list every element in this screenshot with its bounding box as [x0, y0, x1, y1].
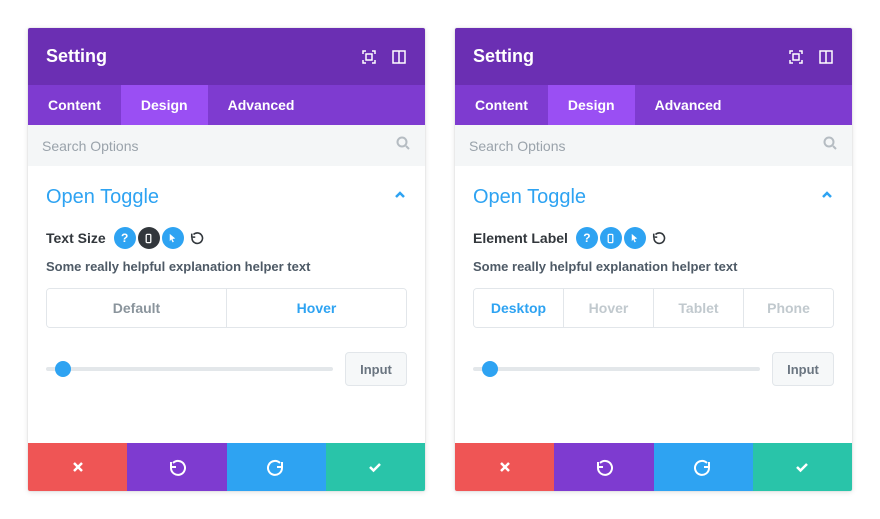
segment-desktop[interactable]: Desktop — [474, 289, 563, 327]
cursor-icon[interactable] — [162, 227, 184, 249]
search-input[interactable] — [469, 138, 822, 154]
panel-title: Setting — [46, 46, 361, 67]
tab-design[interactable]: Design — [121, 85, 208, 125]
settings-panel: Setting Content Design Advanced Open Tog… — [455, 28, 852, 491]
segment-hover[interactable]: Hover — [563, 289, 653, 327]
chevron-up-icon[interactable] — [820, 188, 834, 207]
header-actions — [361, 49, 407, 65]
footer-actions — [28, 443, 425, 491]
helper-text: Some really helpful explanation helper t… — [473, 259, 834, 274]
segment-default[interactable]: Default — [47, 289, 226, 327]
help-icon[interactable]: ? — [576, 227, 598, 249]
slider-value-input[interactable]: Input — [772, 352, 834, 386]
redo-button[interactable] — [654, 443, 753, 491]
device-icon[interactable] — [600, 227, 622, 249]
tab-advanced[interactable]: Advanced — [635, 85, 742, 125]
field-label: Element Label — [473, 230, 568, 246]
slider[interactable] — [46, 367, 333, 371]
reset-icon[interactable] — [652, 231, 666, 245]
field-label-row: Text Size ? — [46, 227, 407, 249]
slider[interactable] — [473, 367, 760, 371]
chevron-up-icon[interactable] — [393, 188, 407, 207]
expand-icon[interactable] — [361, 49, 377, 65]
header-actions — [788, 49, 834, 65]
columns-icon[interactable] — [818, 49, 834, 65]
helper-text: Some really helpful explanation helper t… — [46, 259, 407, 274]
segment-hover[interactable]: Hover — [226, 289, 406, 327]
undo-button[interactable] — [554, 443, 653, 491]
help-icon[interactable]: ? — [114, 227, 136, 249]
cursor-icon[interactable] — [624, 227, 646, 249]
section-title: Open Toggle — [46, 186, 159, 209]
columns-icon[interactable] — [391, 49, 407, 65]
settings-panel: Setting Content Design Advanced Open Tog… — [28, 28, 425, 491]
field-label-row: Element Label ? — [473, 227, 834, 249]
slider-thumb[interactable] — [482, 361, 498, 377]
footer-actions — [455, 443, 852, 491]
search-bar — [28, 125, 425, 166]
save-button[interactable] — [326, 443, 425, 491]
slider-thumb[interactable] — [55, 361, 71, 377]
segment-phone[interactable]: Phone — [743, 289, 833, 327]
reset-icon[interactable] — [190, 231, 204, 245]
panel-title: Setting — [473, 46, 788, 67]
cancel-button[interactable] — [455, 443, 554, 491]
tab-content[interactable]: Content — [455, 85, 548, 125]
tabs: Content Design Advanced — [28, 85, 425, 125]
tab-design[interactable]: Design — [548, 85, 635, 125]
search-icon[interactable] — [395, 135, 411, 156]
segment-tablet[interactable]: Tablet — [653, 289, 743, 327]
slider-track — [46, 367, 333, 371]
search-input[interactable] — [42, 138, 395, 154]
save-button[interactable] — [753, 443, 852, 491]
label-pill-icons: ? — [114, 227, 204, 249]
search-bar — [455, 125, 852, 166]
slider-row: Input — [46, 352, 407, 386]
state-segments: Desktop Hover Tablet Phone — [473, 288, 834, 328]
slider-track — [473, 367, 760, 371]
tab-content[interactable]: Content — [28, 85, 121, 125]
panel-header: Setting — [455, 28, 852, 85]
tab-advanced[interactable]: Advanced — [208, 85, 315, 125]
section-title: Open Toggle — [473, 186, 586, 209]
field-label: Text Size — [46, 230, 106, 246]
undo-button[interactable] — [127, 443, 226, 491]
expand-icon[interactable] — [788, 49, 804, 65]
section-header[interactable]: Open Toggle — [473, 186, 834, 209]
search-icon[interactable] — [822, 135, 838, 156]
panel-body: Open Toggle Element Label ? Some really … — [455, 166, 852, 443]
panel-body: Open Toggle Text Size ? Some really help… — [28, 166, 425, 443]
slider-value-input[interactable]: Input — [345, 352, 407, 386]
cancel-button[interactable] — [28, 443, 127, 491]
section-header[interactable]: Open Toggle — [46, 186, 407, 209]
redo-button[interactable] — [227, 443, 326, 491]
panel-header: Setting — [28, 28, 425, 85]
device-icon[interactable] — [138, 227, 160, 249]
slider-row: Input — [473, 352, 834, 386]
label-pill-icons: ? — [576, 227, 666, 249]
tabs: Content Design Advanced — [455, 85, 852, 125]
state-segments: Default Hover — [46, 288, 407, 328]
